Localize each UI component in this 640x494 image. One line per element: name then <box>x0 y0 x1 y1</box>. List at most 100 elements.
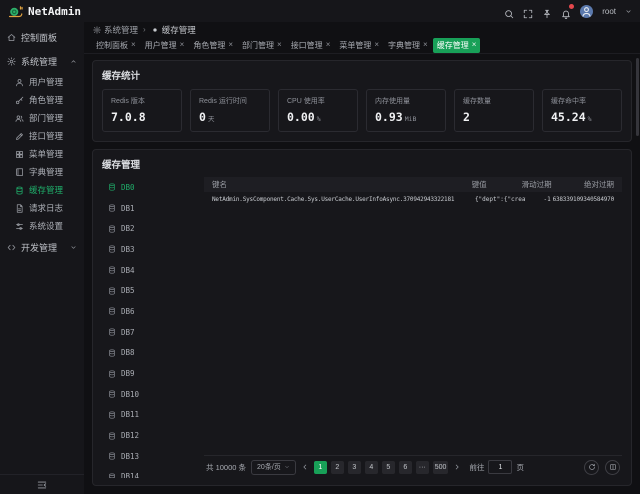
sidebar-item-label: 开发管理 <box>21 241 57 254</box>
sidebar-item-menus[interactable]: 菜单管理 <box>0 145 84 163</box>
database-icon <box>108 411 116 419</box>
refresh-button[interactable] <box>584 460 599 475</box>
tab-apis[interactable]: 接口管理× <box>287 38 335 53</box>
db-item-DB8[interactable]: DB8 <box>102 343 198 364</box>
username[interactable]: root <box>602 7 616 16</box>
chevron-down-icon <box>70 244 77 251</box>
home-icon <box>7 33 16 42</box>
stat-label: 缓存数量 <box>463 96 525 106</box>
tab-close-icon[interactable]: × <box>277 41 282 49</box>
table-cell: -1 <box>526 196 551 203</box>
stat-card-cache-hit-rate: 缓存命中率45.24% <box>542 89 622 132</box>
sidebar-item-development[interactable]: 开发管理 <box>0 235 84 259</box>
sidebar-item-settings[interactable]: 系统设置 <box>0 217 84 235</box>
notification-badge <box>569 4 574 9</box>
sidebar-item-departments[interactable]: 部门管理 <box>0 109 84 127</box>
tab-close-icon[interactable]: × <box>326 41 331 49</box>
db-item-DB10[interactable]: DB10 <box>102 384 198 405</box>
stat-value: 0.00% <box>287 110 349 124</box>
notifications-button[interactable] <box>561 6 571 16</box>
content: 缓存统计 Redis 版本7.0.8Redis 运行时间0天CPU 使用率0.0… <box>84 54 640 494</box>
db-item-DB5[interactable]: DB5 <box>102 280 198 301</box>
page-button-3[interactable]: 3 <box>348 461 361 474</box>
fullscreen-button[interactable] <box>523 6 533 16</box>
breadcrumb: 系统管理›缓存管理 <box>84 22 640 37</box>
sidebar-item-dictionaries[interactable]: 字典管理 <box>0 163 84 181</box>
stat-card-redis-uptime: Redis 运行时间0天 <box>190 89 270 132</box>
database-icon <box>108 287 116 295</box>
tab-close-icon[interactable]: × <box>131 41 136 49</box>
db-item-DB0[interactable]: DB0 <box>102 177 198 198</box>
prev-page-button[interactable] <box>301 463 309 471</box>
chevron-up-icon <box>70 58 77 65</box>
pagination: 共 10000 条 20条/页 123456···500 前往 1 页 <box>204 455 622 478</box>
db-item-DB1[interactable]: DB1 <box>102 198 198 219</box>
people-icon <box>15 114 24 123</box>
tab-menus[interactable]: 菜单管理× <box>335 38 383 53</box>
sidebar-menu: 控制面板系统管理用户管理角色管理部门管理接口管理菜单管理字典管理缓存管理请求日志… <box>0 22 84 474</box>
database-icon <box>108 349 116 357</box>
sidebar-item-request-logs[interactable]: 请求日志 <box>0 199 84 217</box>
table-cell: NetAdmin.SysComponent.Cache.Sys.UserCach… <box>212 196 475 203</box>
db-item-DB2[interactable]: DB2 <box>102 218 198 239</box>
tab-cache[interactable]: 缓存管理× <box>433 38 481 53</box>
goto-page-input[interactable]: 1 <box>488 460 512 474</box>
scrollbar-thumb[interactable] <box>636 58 639 136</box>
db-item-DB6[interactable]: DB6 <box>102 301 198 322</box>
sidebar-item-roles[interactable]: 角色管理 <box>0 91 84 109</box>
db-item-DB4[interactable]: DB4 <box>102 260 198 281</box>
sidebar-item-dashboard[interactable]: 控制面板 <box>0 25 84 49</box>
stat-card-memory-usage: 内存使用量0.93MiB <box>366 89 446 132</box>
sliders-icon <box>15 222 24 231</box>
sidebar-item-label: 角色管理 <box>29 94 63 106</box>
tab-dictionaries[interactable]: 字典管理× <box>384 38 432 53</box>
sidebar-item-system[interactable]: 系统管理 <box>0 49 84 73</box>
tab-users[interactable]: 用户管理× <box>141 38 189 53</box>
tab-close-icon[interactable]: × <box>472 41 477 49</box>
cache-table: 键名键值滑动过期绝对过期 NetAdmin.SysComponent.Cache… <box>204 177 622 478</box>
page-button-2[interactable]: 2 <box>331 461 344 474</box>
tab-departments[interactable]: 部门管理× <box>238 38 286 53</box>
sidebar-item-cache[interactable]: 缓存管理 <box>0 181 84 199</box>
pencil-icon <box>15 132 24 141</box>
app-logo[interactable]: NetAdmin <box>8 4 81 19</box>
chevron-down-icon[interactable] <box>625 8 632 15</box>
db-item-DB9[interactable]: DB9 <box>102 363 198 384</box>
search-button[interactable] <box>504 6 514 16</box>
column-settings-button[interactable] <box>605 460 620 475</box>
database-icon <box>15 186 24 195</box>
brand-name: NetAdmin <box>28 5 81 18</box>
sidebar-item-apis[interactable]: 接口管理 <box>0 127 84 145</box>
page-button-1[interactable]: 1 <box>314 461 327 474</box>
breadcrumb-item[interactable]: 系统管理 <box>93 24 138 36</box>
pin-icon <box>542 9 552 19</box>
user-avatar[interactable] <box>580 5 593 18</box>
db-item-DB7[interactable]: DB7 <box>102 322 198 343</box>
db-item-DB13[interactable]: DB13 <box>102 446 198 467</box>
db-item-DB3[interactable]: DB3 <box>102 239 198 260</box>
file-icon <box>15 204 24 213</box>
page-size-select[interactable]: 20条/页 <box>251 460 296 475</box>
sidebar-item-users[interactable]: 用户管理 <box>0 73 84 91</box>
next-page-button[interactable] <box>453 463 461 471</box>
page-button-500[interactable]: 500 <box>433 461 449 474</box>
db-item-DB14[interactable]: DB14 <box>102 467 198 478</box>
db-item-DB12[interactable]: DB12 <box>102 425 198 446</box>
page-more-button[interactable]: ··· <box>416 461 429 474</box>
db-item-DB11[interactable]: DB11 <box>102 405 198 426</box>
grid-icon <box>15 150 24 159</box>
tab-roles[interactable]: 角色管理× <box>189 38 237 53</box>
tab-close-icon[interactable]: × <box>374 41 379 49</box>
page-button-6[interactable]: 6 <box>399 461 412 474</box>
tab-dashboard[interactable]: 控制面板× <box>92 38 140 53</box>
column-header: 键名 <box>212 179 472 190</box>
page-button-4[interactable]: 4 <box>365 461 378 474</box>
tab-close-icon[interactable]: × <box>423 41 428 49</box>
sidebar-collapse-icon[interactable] <box>37 480 47 490</box>
pin-button[interactable] <box>542 6 552 16</box>
page-button-5[interactable]: 5 <box>382 461 395 474</box>
tab-close-icon[interactable]: × <box>180 41 185 49</box>
expand-icon <box>523 9 533 19</box>
breadcrumb-separator: › <box>143 25 146 34</box>
tab-close-icon[interactable]: × <box>228 41 233 49</box>
